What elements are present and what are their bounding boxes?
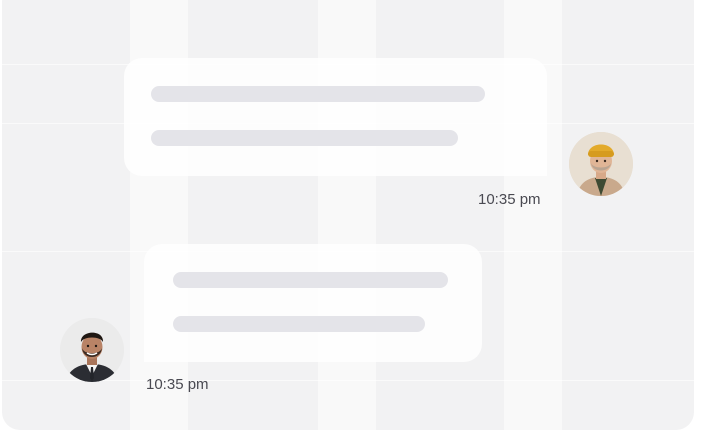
message-text-placeholder [173, 272, 448, 288]
avatar[interactable] [569, 132, 633, 196]
person-dark-suit-icon [60, 318, 124, 382]
incoming-message-timestamp: 10:35 pm [146, 376, 209, 393]
incoming-message-bubble[interactable] [144, 244, 482, 362]
message-text-placeholder [151, 130, 458, 146]
guide-line [2, 380, 694, 381]
avatar[interactable] [60, 318, 124, 382]
message-text-placeholder [151, 86, 485, 102]
person-yellow-beanie-icon [569, 132, 633, 196]
outgoing-message-bubble[interactable] [124, 58, 547, 176]
message-text-placeholder [173, 316, 425, 332]
outgoing-message-timestamp: 10:35 pm [478, 191, 541, 208]
